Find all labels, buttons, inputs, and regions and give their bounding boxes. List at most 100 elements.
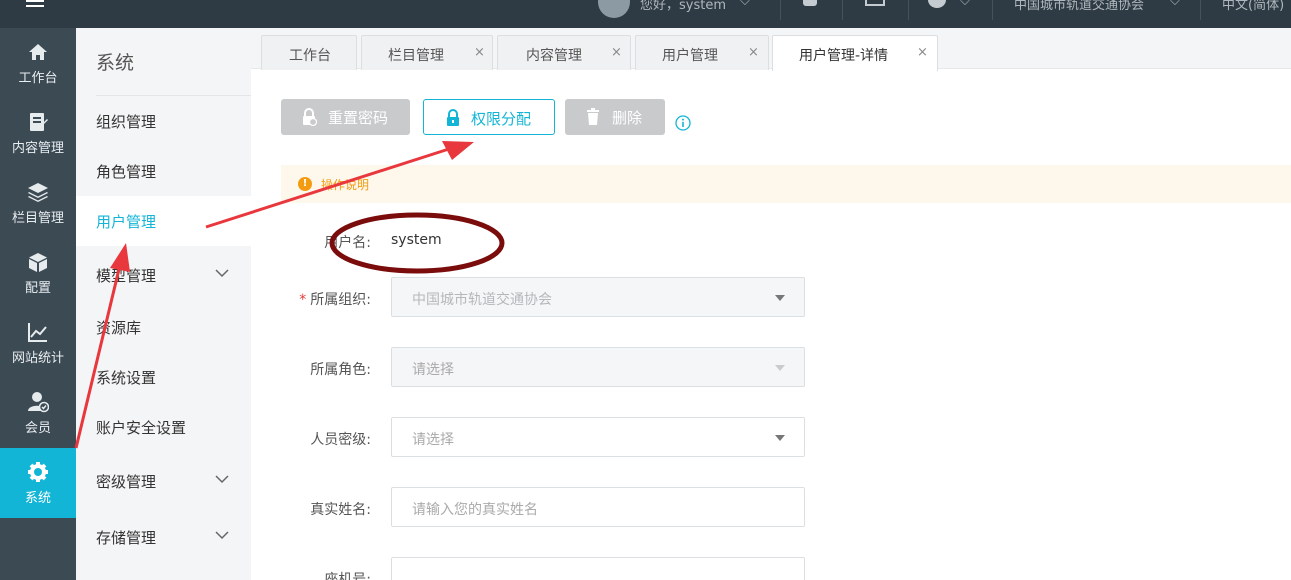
- topbar-divider: [780, 0, 781, 20]
- clearance-label: 人员密级:: [310, 432, 371, 448]
- menu-item-users[interactable]: 用户管理: [76, 196, 251, 246]
- module-workbench[interactable]: 工作台: [0, 28, 76, 98]
- clearance-select[interactable]: 请选择: [391, 417, 805, 457]
- phone-label: 座机号:: [324, 572, 371, 580]
- cube-icon: [29, 253, 47, 272]
- menu-item-label: 账户安全设置: [96, 419, 187, 437]
- module-statistics[interactable]: 网站统计: [0, 308, 76, 378]
- tab-close-icon[interactable]: ×: [474, 45, 485, 60]
- avatar[interactable]: [598, 0, 630, 18]
- lock-reset-icon: [303, 108, 317, 126]
- module-sidebar: 工作台 内容管理 栏目管理 配置 网站统计 会员 系统: [0, 28, 76, 580]
- system-menu: 系统 组织管理 角色管理 用户管理 模型管理 资源库 系统设置 账户安全设置 密…: [76, 28, 251, 580]
- tab-user-detail[interactable]: 用户管理-详情 ×: [772, 35, 938, 71]
- top-bar: 您好，system ⌵ ⌵ 中国城市轨道交通协会 ⌵ 中文(简体): [0, 0, 1291, 28]
- menu-item-label: 密级管理: [96, 473, 157, 491]
- field-label-text: 所属组织:: [310, 292, 371, 308]
- chevron-down-icon[interactable]: ⌵: [740, 0, 750, 9]
- module-label: 会员: [24, 421, 51, 436]
- chevron-down-icon[interactable]: ⌵: [960, 0, 970, 9]
- menu-item-label: 角色管理: [96, 163, 157, 181]
- warning-icon: !: [298, 177, 312, 191]
- tab-label: 内容管理: [526, 48, 582, 64]
- tab-close-icon[interactable]: ×: [611, 45, 622, 60]
- module-content[interactable]: 内容管理: [0, 98, 76, 168]
- tab-label: 用户管理: [662, 48, 718, 64]
- menu-item-account-security[interactable]: 账户安全设置: [76, 402, 251, 452]
- reset-password-button[interactable]: 重置密码: [281, 99, 410, 135]
- role-label: 所属角色:: [310, 362, 371, 378]
- organization-label: * 所属组织:: [261, 289, 371, 309]
- notice-text[interactable]: 操作说明: [321, 176, 369, 193]
- organization-select: 中国城市轨道交通协会: [391, 277, 805, 317]
- user-greeting[interactable]: 您好，system: [640, 0, 726, 13]
- topbar-divider: [842, 0, 843, 20]
- assign-permissions-button[interactable]: 权限分配: [423, 99, 555, 135]
- org-switcher[interactable]: 中国城市轨道交通协会: [1014, 0, 1144, 13]
- arrow-head-icon: [442, 141, 474, 160]
- layers-icon: [28, 183, 48, 202]
- bell-icon[interactable]: [803, 0, 817, 6]
- module-label: 系统: [24, 491, 51, 506]
- menu-item-system-settings[interactable]: 系统设置: [76, 352, 251, 402]
- menu-item-organization[interactable]: 组织管理: [76, 96, 251, 146]
- username-value: system: [391, 232, 442, 248]
- topbar-divider: [992, 0, 993, 20]
- tab-users[interactable]: 用户管理 ×: [635, 35, 769, 70]
- hamburger-menu-icon[interactable]: [26, 0, 48, 12]
- tab-close-icon[interactable]: ×: [748, 45, 759, 60]
- module-columns[interactable]: 栏目管理: [0, 168, 76, 238]
- select-value: 中国城市轨道交通协会: [412, 292, 552, 308]
- select-placeholder: 请选择: [412, 432, 454, 448]
- lock-icon: [447, 109, 459, 126]
- module-members[interactable]: 会员: [0, 378, 76, 448]
- user-check-icon: [28, 392, 49, 413]
- palette-icon[interactable]: [928, 0, 946, 8]
- tab-close-icon[interactable]: ×: [917, 45, 928, 60]
- menu-item-roles[interactable]: 角色管理: [76, 146, 251, 196]
- module-label: 配置: [24, 281, 51, 296]
- required-asterisk: *: [299, 292, 307, 308]
- menu-item-label: 组织管理: [96, 113, 157, 131]
- username-label: 用户名:: [324, 235, 371, 251]
- menu-item-label: 模型管理: [96, 267, 157, 285]
- tab-label: 用户管理-详情: [799, 48, 889, 64]
- topbar-divider: [1200, 0, 1201, 20]
- tab-strip: 工作台 栏目管理 × 内容管理 × 用户管理 × 用户管理-详情 ×: [251, 28, 1291, 71]
- module-system[interactable]: 系统: [0, 448, 76, 518]
- tab-columns[interactable]: 栏目管理 ×: [361, 35, 493, 70]
- line-chart-icon: [28, 323, 47, 342]
- menu-item-label: 系统设置: [96, 369, 157, 387]
- monitor-icon[interactable]: [865, 0, 885, 6]
- operation-notice: ! 操作说明: [281, 165, 1291, 203]
- menu-item-models[interactable]: 模型管理: [76, 250, 251, 300]
- module-label: 栏目管理: [11, 211, 64, 226]
- module-config[interactable]: 配置: [0, 238, 76, 308]
- menu-item-classification[interactable]: 密级管理: [76, 456, 251, 506]
- role-select[interactable]: 请选择: [391, 347, 805, 387]
- button-label: 删除: [612, 109, 643, 127]
- menu-item-resource-library[interactable]: 资源库: [76, 302, 251, 352]
- chevron-down-icon[interactable]: ⌵: [1170, 0, 1180, 9]
- delete-button[interactable]: 删除: [565, 99, 665, 135]
- menu-item-label: 用户管理: [96, 213, 157, 231]
- button-label: 权限分配: [471, 110, 532, 128]
- chevron-down-icon: [215, 475, 229, 484]
- home-icon: [29, 44, 47, 60]
- caret-down-icon: [775, 365, 785, 371]
- module-label: 网站统计: [11, 351, 64, 366]
- module-label: 工作台: [18, 71, 58, 86]
- gear-icon: [28, 462, 48, 482]
- info-icon[interactable]: [675, 115, 691, 131]
- menu-item-storage[interactable]: 存储管理: [76, 512, 251, 562]
- chevron-down-icon: [215, 269, 229, 278]
- tab-label: 工作台: [289, 48, 331, 64]
- phone-input[interactable]: [391, 557, 805, 580]
- trash-icon: [587, 108, 599, 125]
- tab-workbench[interactable]: 工作台: [261, 35, 357, 70]
- realname-input[interactable]: 请输入您的真实姓名: [391, 487, 805, 527]
- language-switcher[interactable]: 中文(简体): [1222, 0, 1284, 13]
- caret-down-icon: [775, 295, 785, 301]
- tab-content[interactable]: 内容管理 ×: [497, 35, 631, 70]
- menu-item-label: 资源库: [96, 319, 142, 337]
